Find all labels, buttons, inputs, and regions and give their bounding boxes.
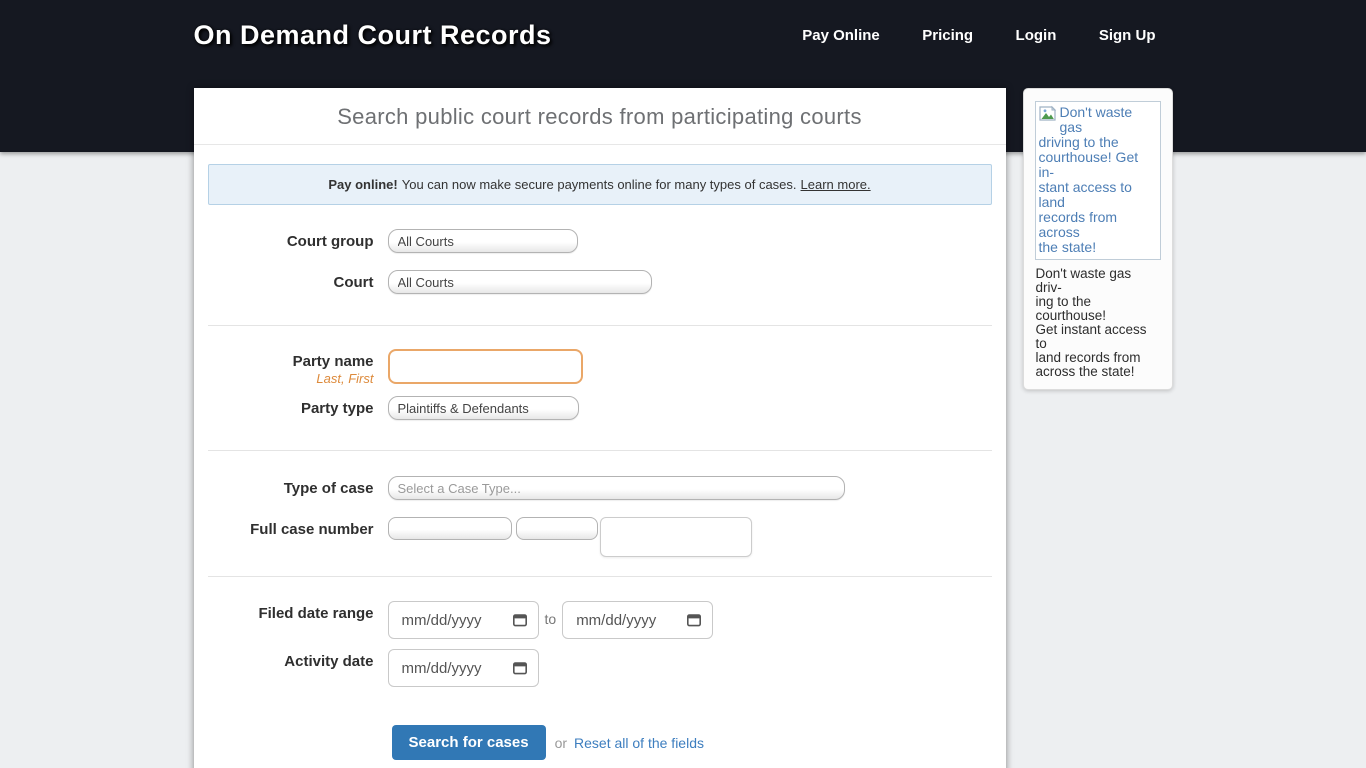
nav-pay-online[interactable]: Pay Online bbox=[802, 27, 880, 44]
divider bbox=[208, 576, 992, 577]
ad-alt-text: courthouse! Get in- bbox=[1039, 150, 1158, 180]
brand-title[interactable]: On Demand Court Records bbox=[194, 20, 552, 51]
party-type-select[interactable]: Plaintiffs & Defendants bbox=[388, 396, 579, 420]
ad-caption-line: ing to the courthouse! bbox=[1036, 295, 1161, 323]
party-name-label: Party name bbox=[194, 353, 374, 370]
activity-date-label: Activity date bbox=[284, 653, 373, 670]
search-form: Court group All Courts Court All Courts … bbox=[194, 205, 1006, 760]
date-placeholder: mm/dd/yyyy bbox=[576, 612, 656, 629]
case-type-select[interactable]: Select a Case Type... bbox=[388, 476, 845, 500]
banner-lead: Pay online! bbox=[328, 177, 397, 192]
ad-caption: Don't waste gas driv- ing to the courtho… bbox=[1035, 267, 1161, 379]
case-type-label: Type of case bbox=[284, 480, 374, 497]
ad-caption-line: Don't waste gas driv- bbox=[1036, 267, 1161, 295]
actions-conjunction: or bbox=[555, 735, 567, 751]
land-records-ad[interactable]: Don't waste gas driving to the courthous… bbox=[1023, 88, 1173, 390]
reset-fields-link[interactable]: Reset all of the fields bbox=[574, 735, 704, 751]
party-name-row: Party name Last, First bbox=[194, 349, 1006, 386]
party-name-input[interactable] bbox=[388, 349, 583, 384]
ad-caption-line: across the state! bbox=[1036, 365, 1161, 379]
activity-date-input[interactable]: mm/dd/yyyy bbox=[388, 649, 539, 687]
case-number-part1-input[interactable] bbox=[388, 517, 512, 540]
case-number-row: Full case number bbox=[194, 517, 1006, 557]
ad-alt-text: the state! bbox=[1039, 240, 1158, 255]
date-placeholder: mm/dd/yyyy bbox=[402, 660, 482, 677]
court-group-label: Court group bbox=[287, 233, 374, 250]
filed-date-row: Filed date range mm/dd/yyyy to mm/dd/yyy… bbox=[194, 601, 1006, 639]
card-header: Search public court records from partici… bbox=[194, 88, 1006, 145]
calendar-icon[interactable] bbox=[512, 612, 528, 628]
ad-caption-line: land records from bbox=[1036, 351, 1161, 365]
filed-date-label: Filed date range bbox=[258, 605, 373, 622]
divider bbox=[208, 325, 992, 326]
nav-pricing[interactable]: Pricing bbox=[922, 27, 973, 44]
divider bbox=[208, 450, 992, 451]
case-number-label: Full case number bbox=[250, 521, 373, 538]
learn-more-link[interactable]: Learn more. bbox=[801, 177, 871, 192]
case-type-row: Type of case Select a Case Type... bbox=[194, 476, 1006, 500]
calendar-icon[interactable] bbox=[686, 612, 702, 628]
filed-date-start-input[interactable]: mm/dd/yyyy bbox=[388, 601, 539, 639]
main-nav: Pay Online Pricing Login Sign Up bbox=[764, 20, 1172, 45]
court-label: Court bbox=[334, 274, 374, 291]
right-sidebar: Don't waste gas driving to the courthous… bbox=[1023, 88, 1173, 390]
calendar-icon[interactable] bbox=[512, 660, 528, 676]
court-group-select[interactable]: All Courts bbox=[388, 229, 578, 253]
ad-caption-line: Get instant access to bbox=[1036, 323, 1161, 351]
pay-online-banner: Pay online! You can now make secure paym… bbox=[208, 164, 992, 205]
nav-sign-up[interactable]: Sign Up bbox=[1099, 27, 1156, 44]
activity-date-row: Activity date mm/dd/yyyy bbox=[194, 649, 1006, 687]
ad-alt-text: records from across bbox=[1039, 210, 1158, 240]
date-range-separator: to bbox=[539, 601, 563, 627]
date-placeholder: mm/dd/yyyy bbox=[402, 612, 482, 629]
nav-login[interactable]: Login bbox=[1016, 27, 1057, 44]
court-group-row: Court group All Courts bbox=[194, 229, 1006, 253]
party-type-row: Party type Plaintiffs & Defendants bbox=[194, 396, 1006, 420]
court-row: Court All Courts bbox=[194, 270, 1006, 294]
court-select[interactable]: All Courts bbox=[388, 270, 652, 294]
party-name-hint: Last, First bbox=[194, 371, 374, 386]
ad-alt-text: driving to the bbox=[1039, 135, 1158, 150]
search-card: Search public court records from partici… bbox=[194, 88, 1006, 768]
ad-broken-image[interactable]: Don't waste gas driving to the courthous… bbox=[1035, 101, 1161, 260]
case-number-part2-input[interactable] bbox=[516, 517, 598, 540]
party-type-label: Party type bbox=[301, 400, 374, 417]
case-number-part3-input[interactable] bbox=[600, 517, 752, 557]
broken-image-icon bbox=[1039, 105, 1060, 135]
page-title: Search public court records from partici… bbox=[194, 104, 1006, 130]
form-actions-row: Search for cases or Reset all of the fie… bbox=[194, 725, 1006, 760]
ad-alt-text: stant access to land bbox=[1039, 180, 1158, 210]
filed-date-end-input[interactable]: mm/dd/yyyy bbox=[562, 601, 713, 639]
search-for-cases-button[interactable]: Search for cases bbox=[392, 725, 546, 760]
banner-text: You can now make secure payments online … bbox=[402, 177, 797, 192]
